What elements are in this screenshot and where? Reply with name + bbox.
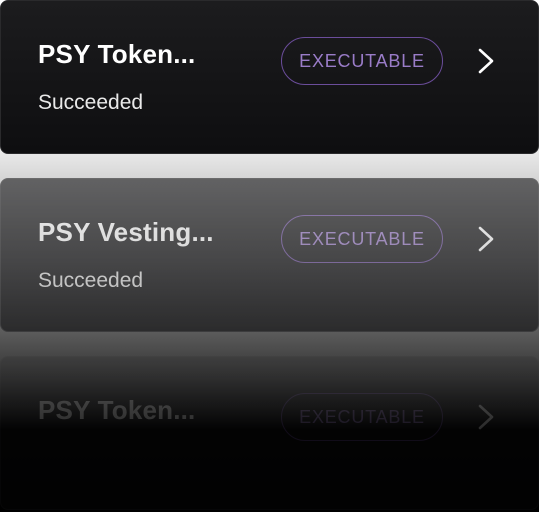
proposal-status: Succeeded (38, 269, 144, 292)
proposal-title: PSY Token... (38, 395, 196, 425)
proposal-title: PSY Token... (38, 39, 196, 69)
chevron-right-icon[interactable] (475, 401, 497, 433)
proposal-title: PSY Vesting... (38, 217, 214, 247)
proposal-card[interactable]: PSY Token... EXECUTABLE (0, 356, 539, 510)
executable-badge: EXECUTABLE (281, 215, 443, 263)
executable-badge: EXECUTABLE (281, 393, 443, 441)
chevron-right-icon[interactable] (475, 223, 497, 255)
proposal-status: Succeeded (38, 91, 144, 114)
executable-badge: EXECUTABLE (281, 37, 443, 85)
proposal-card[interactable]: PSY Vesting... Succeeded EXECUTABLE (0, 178, 539, 332)
chevron-right-icon[interactable] (475, 45, 497, 77)
proposal-card[interactable]: PSY Token... Succeeded EXECUTABLE (0, 0, 539, 154)
